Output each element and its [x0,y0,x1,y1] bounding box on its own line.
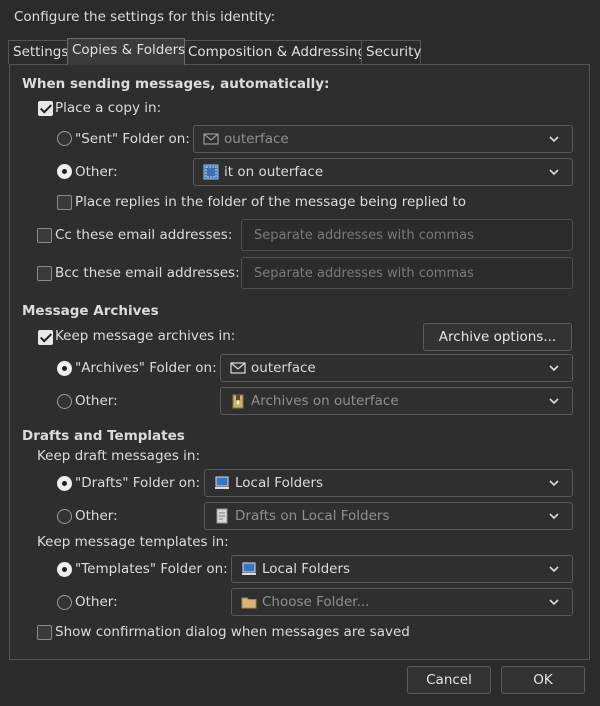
cancel-button[interactable]: Cancel [407,666,491,694]
drafts-other-value: Drafts on Local Folders [235,508,390,524]
chevron-down-icon [549,480,559,487]
chevron-down-icon [549,566,559,573]
chevron-down-icon [549,136,559,143]
tab-security[interactable]: Security [361,40,421,64]
chevron-down-icon [549,365,559,372]
tab-copies-folders[interactable]: Copies & Folders [67,38,185,65]
sent-folder-label: "Sent" Folder on: [75,131,190,147]
templates-other-radio[interactable] [57,595,72,610]
keep-archives-label: Keep message archives in: [55,328,236,344]
drafts-folder-radio[interactable] [57,476,72,491]
archives-folder-value: outerface [251,360,316,376]
templates-other-dropdown[interactable]: Choose Folder... [231,588,573,616]
sent-folder-value: outerface [224,131,289,147]
folder-blue-icon [203,164,219,180]
archive-options-button[interactable]: Archive options... [423,323,572,351]
bcc-addresses-input[interactable] [241,257,573,289]
drafts-folder-value: Local Folders [235,475,324,491]
tab-settings[interactable]: Settings [8,40,69,64]
drafts-folder-dropdown[interactable]: Local Folders [204,469,573,497]
templates-folder-label: "Templates" Folder on: [75,561,228,577]
envelope-icon [203,133,219,145]
keep-archives-checkbox[interactable] [38,330,53,345]
drafts-other-dropdown[interactable]: Drafts on Local Folders [204,502,573,530]
chevron-down-icon [549,398,559,405]
place-replies-checkbox[interactable] [57,195,72,210]
folder-icon [241,597,257,609]
other-folder-radio[interactable] [57,164,72,179]
templates-folder-radio[interactable] [57,562,72,577]
other-folder-label: Other: [75,164,118,180]
bcc-checkbox[interactable] [37,266,52,281]
sent-folder-radio[interactable] [57,131,72,146]
archives-folder-radio[interactable] [57,361,72,376]
archive-icon [232,394,244,409]
dialog-title: Configure the settings for this identity… [14,9,276,25]
cc-label: Cc these email addresses: [55,227,233,243]
tab-composition-addressing[interactable]: Composition & Addressing [183,40,366,64]
cc-checkbox[interactable] [37,228,52,243]
keep-drafts-label: Keep draft messages in: [37,448,200,464]
bcc-label: Bcc these email addresses: [55,265,240,281]
templates-folder-dropdown[interactable]: Local Folders [231,555,573,583]
archives-folder-dropdown[interactable]: outerface [220,354,573,382]
drafts-folder-label: "Drafts" Folder on: [75,475,201,491]
document-icon [216,508,228,524]
archives-other-dropdown[interactable]: Archives on outerface [220,387,573,415]
other-folder-dropdown[interactable]: it on outerface [193,158,573,186]
section-heading-drafts: Drafts and Templates [22,428,185,444]
chevron-down-icon [549,599,559,606]
confirm-dialog-label: Show confirmation dialog when messages a… [55,624,410,640]
archives-other-label: Other: [75,393,118,409]
drafts-other-label: Other: [75,508,118,524]
templates-other-value: Choose Folder... [262,594,370,610]
archives-other-value: Archives on outerface [251,393,399,409]
confirm-dialog-checkbox[interactable] [37,625,52,640]
computer-icon [242,562,256,575]
ok-button[interactable]: OK [501,666,585,694]
place-copy-label: Place a copy in: [55,100,162,116]
cc-addresses-input[interactable] [241,219,573,251]
chevron-down-icon [549,169,559,176]
sent-folder-dropdown[interactable]: outerface [193,125,573,153]
chevron-down-icon [549,513,559,520]
section-heading-sending: When sending messages, automatically: [22,76,330,92]
section-heading-archives: Message Archives [22,303,159,319]
archives-other-radio[interactable] [57,394,72,409]
computer-icon [215,476,229,489]
keep-templates-label: Keep message templates in: [37,534,229,550]
templates-other-label: Other: [75,594,118,610]
templates-folder-value: Local Folders [262,561,351,577]
other-folder-value: it on outerface [224,164,324,180]
envelope-icon [230,362,246,374]
place-copy-checkbox[interactable] [38,101,53,116]
place-replies-label: Place replies in the folder of the messa… [75,194,467,210]
archives-folder-label: "Archives" Folder on: [75,360,217,376]
drafts-other-radio[interactable] [57,509,72,524]
